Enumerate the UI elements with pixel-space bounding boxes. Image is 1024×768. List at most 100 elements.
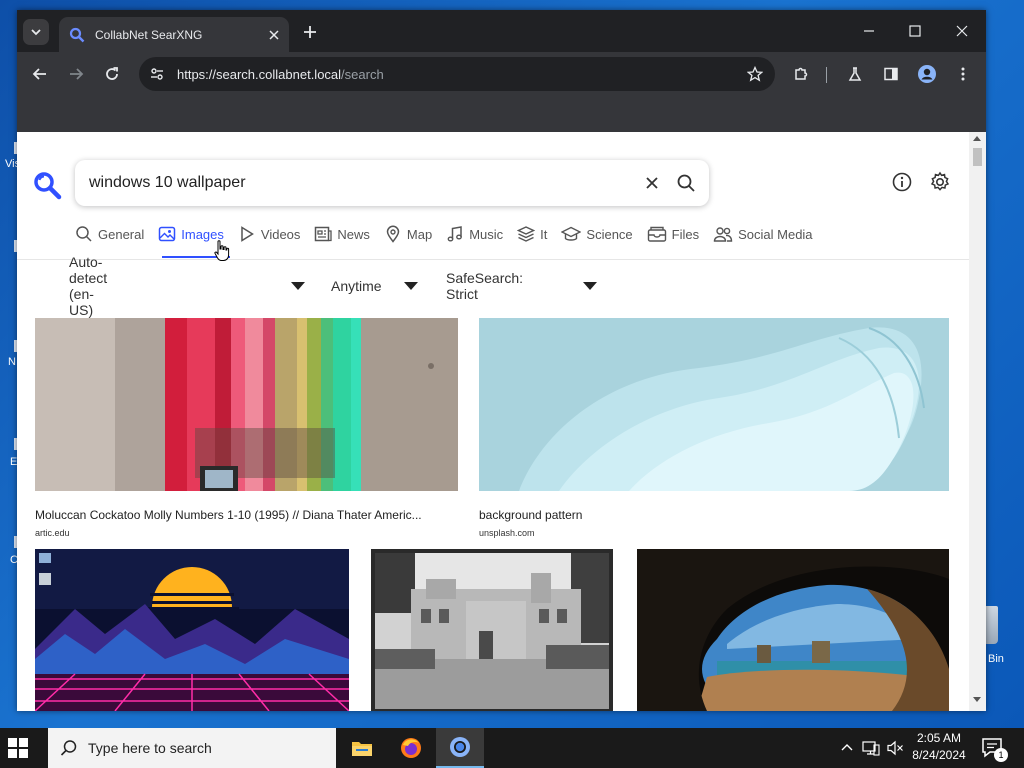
clock-date: 8/24/2024 <box>912 748 966 762</box>
image-result-source: artic.edu <box>35 528 70 538</box>
taskbar-search-placeholder: Type here to search <box>88 740 212 756</box>
image-result[interactable] <box>371 549 613 711</box>
search-icon <box>76 226 92 242</box>
language-select[interactable]: Auto-detect (en-US) <box>69 254 107 318</box>
tab-map[interactable]: Map <box>384 222 432 246</box>
reload-button[interactable] <box>99 61 125 87</box>
file-tray-icon <box>647 226 666 242</box>
chevron-down-icon <box>31 29 41 36</box>
music-note-icon <box>447 226 463 242</box>
tab-search-button[interactable] <box>23 19 49 45</box>
volume-button[interactable] <box>884 728 906 768</box>
scroll-down-arrow-icon[interactable] <box>973 697 981 702</box>
scroll-up-arrow-icon[interactable] <box>973 136 981 141</box>
maximize-button[interactable] <box>903 19 927 43</box>
image-result[interactable] <box>637 549 949 711</box>
browser-toolbar: https://search.collabnet.local/search <box>17 52 986 96</box>
image-result[interactable] <box>479 318 949 491</box>
preferences-button[interactable] <box>927 169 953 195</box>
time-range-select[interactable]: Anytime <box>331 272 382 300</box>
tab-music[interactable]: Music <box>446 222 503 246</box>
taskbar: Type here to search 2:05 AM 8/24/2024 1 <box>0 728 1024 768</box>
close-window-button[interactable] <box>950 19 974 43</box>
hand-cursor-icon <box>214 240 230 261</box>
tab-files[interactable]: Files <box>647 222 699 246</box>
browser-tab[interactable]: CollabNet SearXNG <box>59 17 289 52</box>
close-tab-icon[interactable] <box>269 29 279 40</box>
chrome-icon <box>450 737 470 757</box>
searxng-logo-icon[interactable] <box>32 170 62 200</box>
new-tab-button[interactable] <box>299 21 321 43</box>
side-panel-icon <box>884 67 898 81</box>
info-icon <box>892 172 912 192</box>
search-input[interactable]: windows 10 wallpaper <box>89 174 635 192</box>
notification-count-badge: 1 <box>994 748 1008 762</box>
tab-general[interactable]: General <box>75 222 144 246</box>
time-range-select-value: Anytime <box>331 278 382 294</box>
forward-button[interactable] <box>63 61 89 87</box>
bookmarks-bar <box>17 96 986 132</box>
image-result[interactable] <box>35 318 458 491</box>
taskbar-search-box[interactable]: Type here to search <box>48 728 336 768</box>
firefox-icon <box>401 738 421 758</box>
tab-science-label: Science <box>586 226 633 242</box>
language-select-value: Auto-detect (en-US) <box>69 254 108 318</box>
tab-science[interactable]: Science <box>561 222 633 246</box>
scrollbar-thumb[interactable] <box>973 148 982 166</box>
tab-social-media-label: Social Media <box>738 226 813 242</box>
plus-icon <box>304 26 316 38</box>
info-button[interactable] <box>889 169 915 195</box>
taskbar-clock[interactable]: 2:05 AM 8/24/2024 <box>904 730 974 764</box>
address-bar[interactable]: https://search.collabnet.local/search <box>139 57 775 91</box>
search-submit-button[interactable] <box>669 166 703 200</box>
side-panel-button[interactable] <box>878 61 904 87</box>
image-thumbnail-striped-gallery <box>35 318 458 491</box>
flask-icon <box>848 67 862 81</box>
tab-it[interactable]: It <box>517 222 547 246</box>
safesearch-select[interactable]: SafeSearch: Strict <box>446 270 524 302</box>
people-icon <box>713 227 733 242</box>
more-vertical-icon <box>961 67 965 81</box>
browser-menu-button[interactable] <box>950 61 976 87</box>
tab-news[interactable]: News <box>314 222 370 246</box>
language-dropdown-caret-icon[interactable] <box>291 282 305 290</box>
category-divider <box>17 259 969 260</box>
clear-search-button[interactable] <box>635 166 669 200</box>
folder-icon <box>352 742 372 756</box>
image-thumbnail-synthwave-sunset <box>35 549 349 711</box>
network-icon <box>862 741 880 756</box>
profile-button[interactable] <box>914 61 940 87</box>
image-result-title[interactable]: Moluccan Cockatoo Molly Numbers 1-10 (19… <box>35 508 458 522</box>
volume-muted-icon <box>887 740 903 756</box>
show-hidden-icons-button[interactable] <box>838 728 856 768</box>
safesearch-select-value: SafeSearch: Strict <box>446 270 524 302</box>
tab-news-label: News <box>337 226 370 242</box>
avatar-icon <box>918 65 936 83</box>
site-info-icon[interactable] <box>149 66 165 82</box>
image-icon <box>159 226 176 242</box>
labs-button[interactable] <box>842 61 868 87</box>
extensions-button[interactable] <box>788 61 814 87</box>
image-result[interactable] <box>35 549 349 711</box>
taskbar-firefox[interactable] <box>387 728 435 768</box>
taskbar-chrome[interactable] <box>436 728 484 768</box>
image-result-title[interactable]: background pattern <box>479 508 949 522</box>
bookmark-star-icon[interactable] <box>747 66 763 82</box>
browser-window: CollabNet SearXNG https://search.collabn… <box>17 10 986 711</box>
puzzle-icon <box>795 67 808 80</box>
taskbar-file-explorer[interactable] <box>338 728 386 768</box>
tab-general-label: General <box>98 226 145 242</box>
reload-icon <box>106 67 118 80</box>
network-button[interactable] <box>860 728 882 768</box>
time-dropdown-caret-icon[interactable] <box>404 282 418 290</box>
image-result-source: unsplash.com <box>479 528 535 538</box>
safesearch-dropdown-caret-icon[interactable] <box>583 282 597 290</box>
page-scrollbar[interactable] <box>969 132 986 711</box>
browser-titlebar: CollabNet SearXNG <box>17 10 986 52</box>
back-button[interactable] <box>27 61 53 87</box>
image-thumbnail-mansion-bw <box>371 549 613 711</box>
windows-start-icon[interactable] <box>8 738 28 758</box>
minimize-button[interactable] <box>857 19 881 43</box>
tab-videos[interactable]: Videos <box>238 222 300 246</box>
tab-social-media[interactable]: Social Media <box>713 222 813 246</box>
